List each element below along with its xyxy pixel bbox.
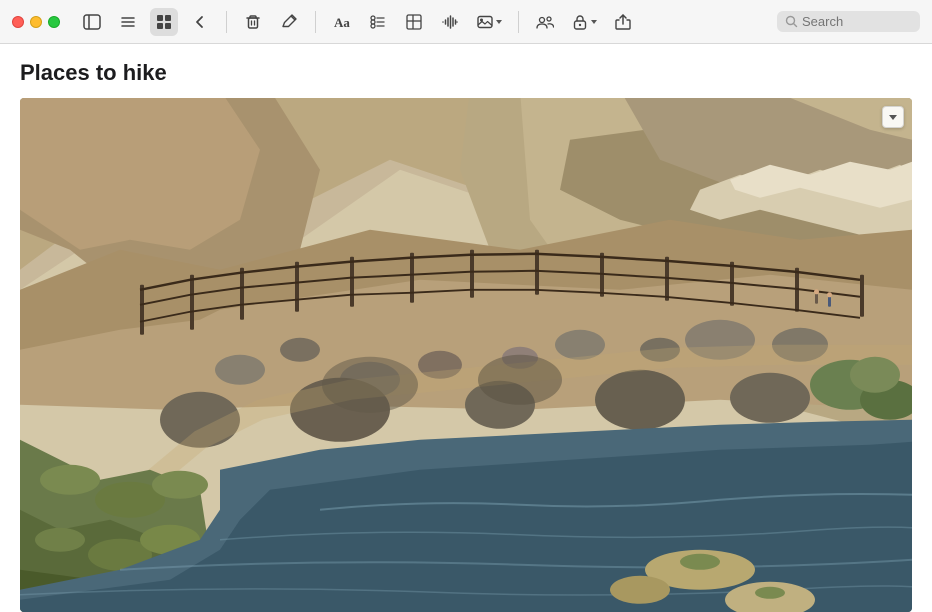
- search-icon: [785, 15, 798, 28]
- divider-3: [518, 11, 519, 33]
- search-input[interactable]: [802, 14, 912, 29]
- sidebar-icon: [83, 13, 101, 31]
- checklist-button[interactable]: [364, 8, 392, 36]
- image-chevron-down-icon: [889, 115, 897, 120]
- close-button[interactable]: [12, 16, 24, 28]
- media-icon: [476, 13, 494, 31]
- note-title: Places to hike: [20, 60, 912, 86]
- format-text-button[interactable]: Aa: [328, 8, 356, 36]
- divider-2: [315, 11, 316, 33]
- table-icon: [405, 13, 423, 31]
- lock-button[interactable]: [567, 8, 601, 36]
- share-button[interactable]: [609, 8, 637, 36]
- lock-dropdown-chevron: [591, 20, 597, 24]
- traffic-lights: [12, 16, 60, 28]
- image-dropdown-button[interactable]: [882, 106, 904, 128]
- collaboration-button[interactable]: [531, 8, 559, 36]
- lock-icon: [571, 13, 589, 31]
- share-icon: [614, 13, 632, 31]
- search-box[interactable]: [777, 11, 920, 32]
- landscape-scene: [20, 98, 912, 612]
- list-icon: [119, 13, 137, 31]
- checklist-icon: [369, 13, 387, 31]
- maximize-button[interactable]: [48, 16, 60, 28]
- minimize-button[interactable]: [30, 16, 42, 28]
- chevron-left-icon: [191, 13, 209, 31]
- format-icon: Aa: [333, 13, 351, 31]
- svg-text:Aa: Aa: [334, 15, 350, 30]
- edit-button[interactable]: [275, 8, 303, 36]
- note-image-container: [20, 98, 912, 612]
- sidebar-toggle-button[interactable]: [78, 8, 106, 36]
- back-button[interactable]: [186, 8, 214, 36]
- media-dropdown-chevron: [496, 20, 502, 24]
- audio-icon: [441, 13, 459, 31]
- titlebar: Aa: [0, 0, 932, 44]
- pencil-icon: [280, 13, 298, 31]
- list-view-button[interactable]: [114, 8, 142, 36]
- main-content: Places to hike: [0, 44, 932, 612]
- collab-icon: [536, 13, 554, 31]
- divider-1: [226, 11, 227, 33]
- landscape-svg: [20, 98, 912, 612]
- trash-icon: [244, 13, 262, 31]
- grid-icon: [155, 13, 173, 31]
- media-button[interactable]: [472, 8, 506, 36]
- table-button[interactable]: [400, 8, 428, 36]
- audio-button[interactable]: [436, 8, 464, 36]
- delete-button[interactable]: [239, 8, 267, 36]
- grid-view-button[interactable]: [150, 8, 178, 36]
